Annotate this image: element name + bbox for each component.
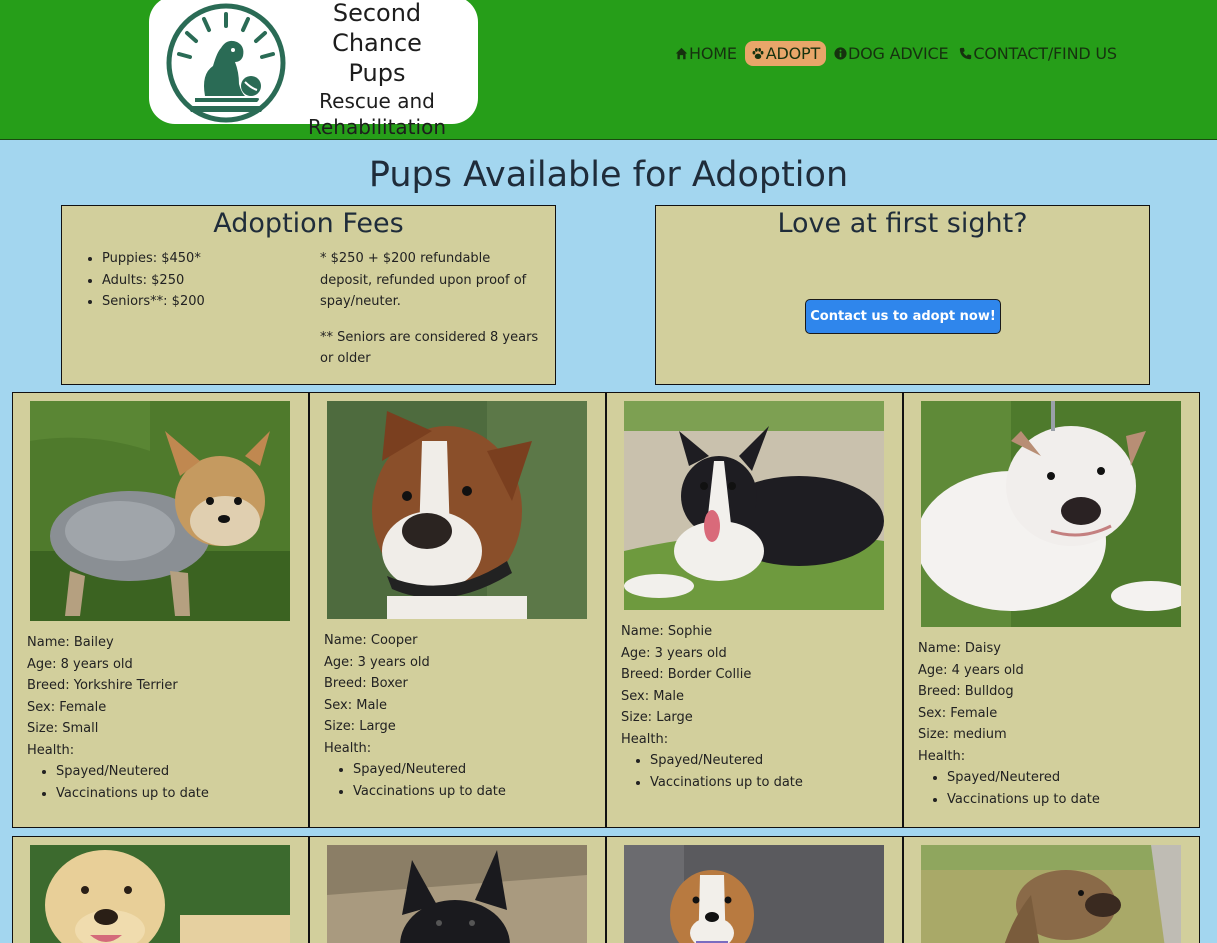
main-nav: HOME ADOPT DOG ADVICE CONTACT/FIND US <box>672 41 1125 66</box>
dog-photo <box>921 845 1181 943</box>
dog-info-sophie: Name: Sophie Age: 3 years old Breed: Bor… <box>621 621 803 793</box>
health-item: Vaccinations up to date <box>353 781 506 803</box>
dog-photo-daisy <box>921 401 1181 627</box>
contact-panel: Love at first sight? Contact us to adopt… <box>655 205 1150 385</box>
logo-line-3: Rescue and <box>319 89 435 113</box>
dog-name: Name: Cooper <box>324 633 418 648</box>
fees-note-seniors: ** Seniors are considered 8 years or old… <box>320 329 539 367</box>
dog-sex: Sex: Female <box>27 699 107 715</box>
dog-breed: Breed: Boxer <box>324 676 408 691</box>
dog-card-sophie[interactable]: Name: Sophie Age: 3 years old Breed: Bor… <box>606 392 903 828</box>
nav-home[interactable]: HOME <box>672 41 740 66</box>
nav-dog-advice-label: DOG ADVICE <box>848 44 949 63</box>
health-item: Vaccinations up to date <box>947 789 1100 811</box>
nav-adopt[interactable]: ADOPT <box>744 41 827 66</box>
dog-card-bailey[interactable]: Name: Bailey Age: 8 years old Breed: Yor… <box>12 392 309 828</box>
dog-name: Name: Daisy <box>918 641 1001 656</box>
home-icon <box>675 47 688 60</box>
dog-health-list: Spayed/Neutered Vaccinations up to date <box>947 767 1100 810</box>
dog-size: Size: medium <box>918 727 1007 742</box>
logo-line-1: Second Chance <box>332 0 422 57</box>
page-title: Pups Available for Adoption <box>368 155 849 195</box>
fee-item: Seniors**: $200 <box>102 291 205 313</box>
dog-health-label: Health: <box>621 731 669 747</box>
dog-card[interactable] <box>606 836 903 943</box>
dog-age: Age: 3 years old <box>621 645 727 661</box>
nav-adopt-label: ADOPT <box>765 44 821 63</box>
dog-card[interactable] <box>309 836 606 943</box>
dog-health-label: Health: <box>27 742 75 758</box>
logo[interactable]: Second Chance Pups Rescue and Rehabilita… <box>149 0 478 139</box>
dog-info-cooper: Name: Cooper Age: 3 years old Breed: Box… <box>324 630 506 802</box>
dog-name: Name: Bailey <box>27 635 114 650</box>
health-item: Spayed/Neutered <box>947 767 1100 789</box>
health-item: Vaccinations up to date <box>56 783 209 805</box>
dog-health-list: Spayed/Neutered Vaccinations up to date <box>650 750 803 793</box>
dog-sex: Sex: Female <box>918 705 998 721</box>
dog-health-list: Spayed/Neutered Vaccinations up to date <box>56 761 209 804</box>
dog-breed: Breed: Border Collie <box>621 667 752 682</box>
dog-card[interactable] <box>903 836 1200 943</box>
fees-title: Adoption Fees <box>213 208 404 239</box>
site-header: Second Chance Pups Rescue and Rehabilita… <box>0 0 1217 140</box>
dog-photo-sophie <box>624 401 884 610</box>
dog-photo <box>30 845 290 943</box>
nav-contact-label: CONTACT/FIND US <box>973 44 1117 63</box>
dog-age: Age: 4 years old <box>918 662 1024 678</box>
fees-notes: * $250 + $200 refundable deposit, refund… <box>320 248 545 370</box>
dog-age: Age: 8 years old <box>27 656 133 672</box>
logo-text: Second Chance Pups Rescue and Rehabilita… <box>285 0 469 140</box>
dog-photo-cooper <box>327 401 587 619</box>
phone-icon <box>960 47 972 60</box>
dog-name: Name: Sophie <box>621 624 713 639</box>
fees-note-deposit: * $250 + $200 refundable deposit, refund… <box>320 251 527 309</box>
nav-contact[interactable]: CONTACT/FIND US <box>956 41 1119 66</box>
nav-dog-advice[interactable]: DOG ADVICE <box>831 41 951 66</box>
dog-health-label: Health: <box>918 748 966 764</box>
dog-size: Size: Large <box>324 719 396 734</box>
dog-info-daisy: Name: Daisy Age: 4 years old Breed: Bull… <box>918 638 1100 810</box>
fee-item: Puppies: $450* <box>102 248 205 270</box>
dog-size: Size: Large <box>621 710 693 725</box>
health-item: Spayed/Neutered <box>353 759 506 781</box>
health-item: Spayed/Neutered <box>650 750 803 772</box>
dog-photo <box>624 845 884 943</box>
dog-health-list: Spayed/Neutered Vaccinations up to date <box>353 759 506 802</box>
logo-dog-icon <box>166 3 286 123</box>
dog-card-daisy[interactable]: Name: Daisy Age: 4 years old Breed: Bull… <box>903 392 1200 828</box>
dog-card[interactable] <box>12 836 309 943</box>
dog-info-bailey: Name: Bailey Age: 8 years old Breed: Yor… <box>27 632 209 804</box>
dog-sex: Sex: Male <box>621 688 685 704</box>
info-icon <box>834 47 847 60</box>
fee-item: Adults: $250 <box>102 270 205 292</box>
health-item: Spayed/Neutered <box>56 761 209 783</box>
logo-line-4: Rehabilitation <box>307 115 446 139</box>
contact-adopt-button[interactable]: Contact us to adopt now! <box>805 299 1001 334</box>
contact-panel-title: Love at first sight? <box>777 208 1028 239</box>
nav-home-label: HOME <box>689 44 737 63</box>
dog-sex: Sex: Male <box>324 697 388 713</box>
logo-line-2: Pups <box>348 59 406 87</box>
dog-photo <box>327 845 587 943</box>
fees-list: Puppies: $450* Adults: $250 Seniors**: $… <box>102 248 205 313</box>
health-item: Vaccinations up to date <box>650 772 803 794</box>
dog-photo-bailey <box>30 401 290 621</box>
dog-size: Size: Small <box>27 721 99 736</box>
dog-card-cooper[interactable]: Name: Cooper Age: 3 years old Breed: Box… <box>309 392 606 828</box>
adoption-fees-panel: Adoption Fees Puppies: $450* Adults: $25… <box>61 205 556 385</box>
dog-breed: Breed: Yorkshire Terrier <box>27 678 178 693</box>
dog-age: Age: 3 years old <box>324 654 430 670</box>
dog-breed: Breed: Bulldog <box>918 684 1014 699</box>
dog-health-label: Health: <box>324 740 372 756</box>
paw-icon <box>752 47 764 60</box>
